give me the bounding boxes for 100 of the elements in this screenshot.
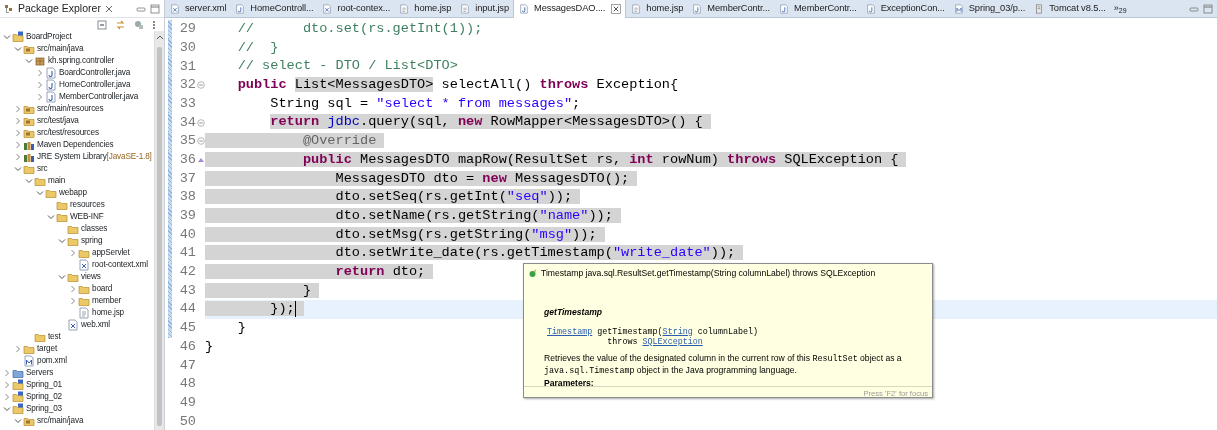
minimize-icon[interactable] [1189, 4, 1199, 13]
link-editor-icon[interactable] [115, 19, 126, 30]
tree-item[interactable]: Maven Dependencies [0, 139, 154, 151]
chevron-down-icon[interactable] [24, 56, 34, 66]
collapse-icon[interactable] [197, 137, 205, 146]
chevron-down-icon[interactable] [13, 164, 23, 174]
tree-item[interactable]: views [0, 271, 154, 283]
doc-link[interactable]: Timestamp [547, 326, 593, 337]
tree-item[interactable]: MemberController.java [0, 91, 154, 103]
folder-icon [56, 199, 68, 211]
maximize-icon[interactable] [150, 3, 160, 14]
tree-item[interactable]: src/main/java [0, 415, 154, 427]
tree-item[interactable]: src/main/java [0, 43, 154, 55]
tree-item[interactable]: appServlet [0, 247, 154, 259]
chevron-down-icon[interactable] [46, 212, 56, 222]
tree-item[interactable]: src/main/resources [0, 103, 154, 115]
chevron-right-icon[interactable] [13, 104, 23, 114]
tree-item[interactable]: resources [0, 199, 154, 211]
folder-icon [23, 343, 35, 355]
chevron-right-icon[interactable] [13, 128, 23, 138]
tree-item[interactable]: member [0, 295, 154, 307]
tree-item[interactable]: pom.xml [0, 355, 154, 367]
tree-item[interactable]: BoardProject [0, 31, 154, 43]
tree-item[interactable]: target [0, 343, 154, 355]
tree-item[interactable]: JRE System Library[JavaSE-1.8] [0, 151, 154, 163]
tree-item[interactable]: src/test/java [0, 115, 154, 127]
maximize-icon[interactable] [1203, 3, 1213, 14]
java-file-icon [45, 79, 57, 91]
tree-item[interactable]: kh.spring.controller [0, 55, 154, 67]
tree-item[interactable]: classes [0, 223, 154, 235]
editor-tab[interactable]: HomeControll... [230, 0, 318, 18]
chevron-down-icon[interactable] [24, 176, 34, 186]
line-number: 34 [178, 113, 196, 132]
doc-link[interactable]: String [662, 326, 693, 337]
tree-item[interactable]: Spring_02 [0, 391, 154, 403]
chevron-right-icon[interactable] [68, 284, 78, 294]
chevron-right-icon[interactable] [2, 380, 12, 390]
view-menu-icon[interactable] [152, 19, 156, 30]
collapse-icon[interactable] [197, 118, 205, 127]
tree-item[interactable]: HomeController.java [0, 79, 154, 91]
code-line: // select - DTO / List<DTO> [236, 57, 458, 76]
editor-tab[interactable]: input.jsp [455, 0, 513, 18]
collapse-icon[interactable] [197, 81, 205, 90]
line-number: 45 [178, 319, 196, 338]
folder-icon [78, 247, 90, 259]
tree-item[interactable]: main [0, 175, 154, 187]
chevron-down-icon[interactable] [2, 404, 12, 414]
editor-tab[interactable]: home.jsp [394, 0, 456, 18]
chevron-down-icon[interactable] [2, 32, 12, 42]
editor-tab[interactable]: Spring_03/p... [948, 0, 1030, 18]
tree-item[interactable]: Spring_01 [0, 379, 154, 391]
editor-tab[interactable]: Tomcat v8.5... [1029, 0, 1110, 18]
editor-tab[interactable]: ExceptionCon... [860, 0, 949, 18]
close-icon[interactable] [104, 4, 113, 13]
chevron-right-icon[interactable] [2, 368, 12, 378]
tree-item[interactable]: Spring_03 [0, 403, 154, 415]
scrollbar[interactable] [154, 31, 164, 430]
editor-tab[interactable]: home.jsp [626, 0, 688, 18]
chevron-down-icon[interactable] [13, 416, 23, 426]
tree-item[interactable]: BoardController.java [0, 67, 154, 79]
chevron-down-icon[interactable] [57, 236, 67, 246]
chevron-down-icon[interactable] [35, 188, 45, 198]
collapse-all-icon[interactable] [97, 19, 107, 30]
doc-link[interactable]: SQLException [642, 336, 703, 347]
chevron-right-icon[interactable] [13, 116, 23, 126]
chevron-right-icon[interactable] [35, 92, 45, 102]
tree-item[interactable]: board [0, 283, 154, 295]
tree-item[interactable]: test [0, 331, 154, 343]
editor-tab[interactable]: MessagesDAO.... [513, 0, 627, 18]
chevron-right-icon[interactable] [2, 392, 12, 402]
editor-tab[interactable]: MemberContr... [687, 0, 774, 18]
tree-item[interactable]: Servers [0, 367, 154, 379]
chevron-right-icon[interactable] [13, 140, 23, 150]
chevron-down-icon[interactable] [57, 272, 67, 282]
chevron-right-icon[interactable] [68, 296, 78, 306]
chevron-down-icon[interactable] [13, 44, 23, 54]
tree-item[interactable]: src/test/resources [0, 127, 154, 139]
java-file-icon [45, 67, 57, 79]
tree-item[interactable]: root-context.xml [0, 259, 154, 271]
chevron-right-icon[interactable] [13, 344, 23, 354]
tree-item[interactable]: spring [0, 235, 154, 247]
more-tabs-button[interactable]: »$_{29}$ [1109, 0, 1131, 18]
tree-item[interactable]: src [0, 163, 154, 175]
chevron-right-icon[interactable] [13, 152, 23, 162]
filter-icon[interactable] [134, 19, 144, 30]
chevron-right-icon[interactable] [35, 68, 45, 78]
minimize-icon[interactable] [136, 4, 146, 13]
line-number: 37 [178, 169, 196, 188]
editor-tab[interactable]: root-contex... [317, 0, 395, 18]
editor-tab[interactable]: MemberContr... [773, 0, 861, 18]
tree-item[interactable]: web.xml [0, 319, 154, 331]
view-title[interactable]: Package Explorer [14, 0, 105, 17]
chevron-right-icon[interactable] [35, 80, 45, 90]
close-icon[interactable] [611, 3, 622, 14]
scroll-thumb[interactable] [157, 47, 162, 426]
tree-item[interactable]: webapp [0, 187, 154, 199]
chevron-right-icon[interactable] [68, 248, 78, 258]
tree-item[interactable]: home.jsp [0, 307, 154, 319]
tree-item[interactable]: WEB-INF [0, 211, 154, 223]
editor-tab[interactable]: server.xml [165, 0, 231, 18]
